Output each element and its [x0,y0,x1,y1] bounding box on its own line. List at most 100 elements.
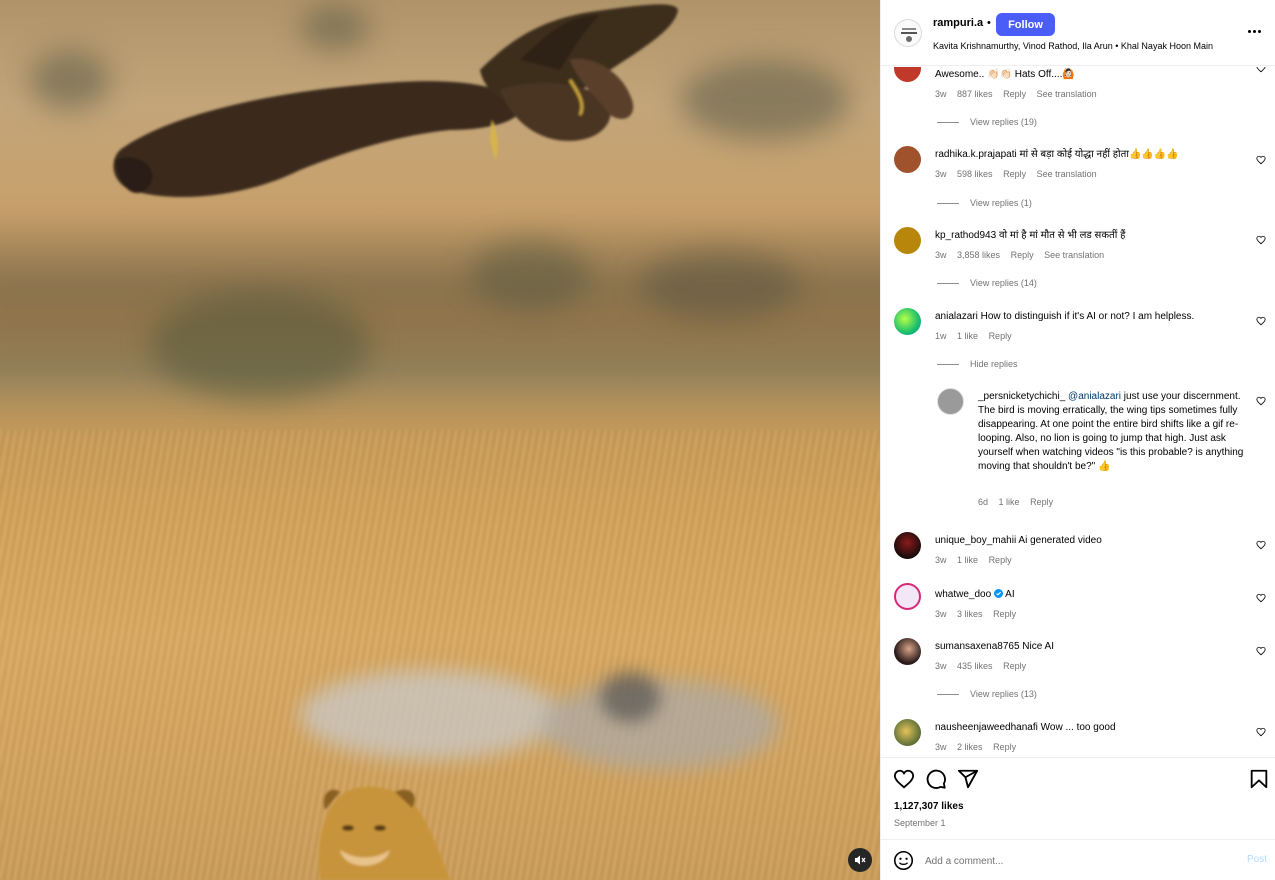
comment-text: sumansaxena8765 Nice AI [935,641,1054,652]
see-translation-link[interactable]: See translation [1044,250,1104,260]
view-replies-button[interactable]: View replies (1) [937,198,1032,208]
heart-icon[interactable] [1256,593,1266,603]
heart-icon[interactable] [1256,727,1266,737]
commenter-username[interactable]: whatwe_doo [935,589,991,600]
mention-link[interactable]: @anialazari [1068,391,1121,402]
heart-icon[interactable] [1256,540,1266,550]
commenter-username[interactable]: kp_rathod943 [935,230,996,241]
comment-meta: 3w 1 like Reply [935,555,1020,565]
comment-input[interactable] [925,851,1225,871]
comments-list[interactable]: Awesome.. 👏🏻👏🏻 Hats Off....🙆🏻 3w 887 lik… [881,67,1275,757]
comment-icon[interactable] [925,768,947,790]
commenter-username[interactable]: unique_boy_mahii [935,535,1016,546]
comment-text: anialazari How to distinguish if it's AI… [935,311,1195,322]
reply-button[interactable]: Reply [1003,661,1026,671]
comment-likes[interactable]: 3 likes [957,609,983,619]
post-comment-button[interactable]: Post [1247,854,1267,865]
heart-icon[interactable] [1256,235,1266,245]
heart-icon[interactable] [893,768,915,790]
share-icon[interactable] [957,768,979,790]
post-video[interactable] [0,0,880,880]
comment-meta: 3w 3,858 likes Reply See translation [935,250,1112,260]
post-header: rampuri.a • Follow Kavita Krishnamurthy,… [881,0,1275,66]
audio-track-link[interactable]: Kavita Krishnamurthy, Vinod Rathod, Ila … [933,41,1213,51]
commenter-username[interactable]: sumansaxena8765 [935,641,1020,652]
more-options-icon[interactable] [1248,26,1264,36]
comment-likes[interactable]: 1 like [999,497,1020,507]
comment-time: 3w [935,661,947,671]
post-likes-count[interactable]: 1,127,307 likes [894,801,964,812]
commenter-username[interactable]: nausheenjaweedhanafi [935,722,1038,733]
lioness-figure [318,786,450,880]
see-translation-link[interactable]: See translation [1037,89,1097,99]
comment-likes[interactable]: 435 likes [957,661,993,671]
reply-button[interactable]: Reply [1030,497,1053,507]
heart-icon[interactable] [1256,155,1266,165]
reply-button[interactable]: Reply [1003,169,1026,179]
comment-text: nausheenjaweedhanafi Wow ... too good [935,722,1116,733]
resting-animal [540,680,780,770]
reply-button[interactable]: Reply [989,331,1012,341]
bookmark-icon[interactable] [1248,768,1270,790]
comment-meta: 3w 887 likes Reply See translation [935,89,1105,99]
hide-replies-button[interactable]: Hide replies [937,359,1018,369]
reply-button[interactable]: Reply [1011,250,1034,260]
reply-button[interactable]: Reply [993,609,1016,619]
comment-time: 1w [935,331,947,341]
muted-audio-icon [855,855,866,865]
see-translation-link[interactable]: See translation [1037,169,1097,179]
emoji-icon[interactable] [893,850,914,871]
comment-likes[interactable]: 1 like [957,555,978,565]
comment-meta: 3w 435 likes Reply [935,661,1034,671]
reply-button[interactable]: Reply [993,742,1016,752]
background-bush [470,240,590,310]
background-tree [30,50,110,110]
commenter-username[interactable]: _persnicketychichi_ [978,391,1065,402]
heart-icon[interactable] [1256,67,1266,73]
eagle-figure [113,4,678,198]
commenter-username[interactable]: radhika.k.prajapati [935,149,1017,160]
post-actions: 1,127,307 likes September 1 [881,757,1275,840]
commenter-avatar[interactable] [894,638,921,665]
comment-text: Awesome.. 👏🏻👏🏻 Hats Off....🙆🏻 [935,69,1075,80]
commenter-avatar[interactable] [894,67,921,82]
commenter-avatar[interactable] [894,719,921,746]
reply-button[interactable]: Reply [989,555,1012,565]
comment-likes[interactable]: 598 likes [957,169,993,179]
comment-likes[interactable]: 3,858 likes [957,250,1000,260]
view-replies-button[interactable]: View replies (19) [937,117,1037,127]
verified-badge-icon [993,589,1003,598]
comment-likes[interactable]: 1 like [957,331,978,341]
comment-text: _persnicketychichi_ @anialazari just use… [978,391,1244,472]
add-comment-bar: Post [881,839,1275,880]
post-date: September 1 [894,818,946,828]
commenter-avatar[interactable] [937,388,964,415]
commenter-avatar[interactable] [894,146,921,173]
comment-text: unique_boy_mahii Ai generated video [935,535,1102,546]
comment-likes[interactable]: 887 likes [957,89,993,99]
commenter-avatar[interactable] [894,583,921,610]
heart-icon[interactable] [1256,316,1266,326]
post-username[interactable]: rampuri.a [933,17,983,29]
header-separator: • [987,17,991,29]
reply-button[interactable]: Reply [1003,89,1026,99]
mute-button[interactable] [848,848,872,872]
follow-button[interactable]: Follow [996,13,1055,36]
commenter-avatar[interactable] [894,532,921,559]
commenter-avatar[interactable] [894,227,921,254]
comment-likes[interactable]: 2 likes [957,742,983,752]
resting-animal [300,670,560,760]
commenter-avatar[interactable] [894,308,921,335]
comment-time: 3w [935,169,947,179]
heart-icon[interactable] [1256,396,1266,406]
comment-text: whatwe_doo AI [935,589,1015,600]
profile-avatar-icon[interactable] [894,19,922,47]
view-replies-button[interactable]: View replies (14) [937,278,1037,288]
comment-time: 3w [935,742,947,752]
comment-time: 3w [935,250,947,260]
comment-time: 6d [978,497,989,507]
heart-icon[interactable] [1256,646,1266,656]
view-replies-button[interactable]: View replies (13) [937,689,1037,699]
animal-head [600,672,660,722]
commenter-username[interactable]: anialazari [935,311,978,322]
